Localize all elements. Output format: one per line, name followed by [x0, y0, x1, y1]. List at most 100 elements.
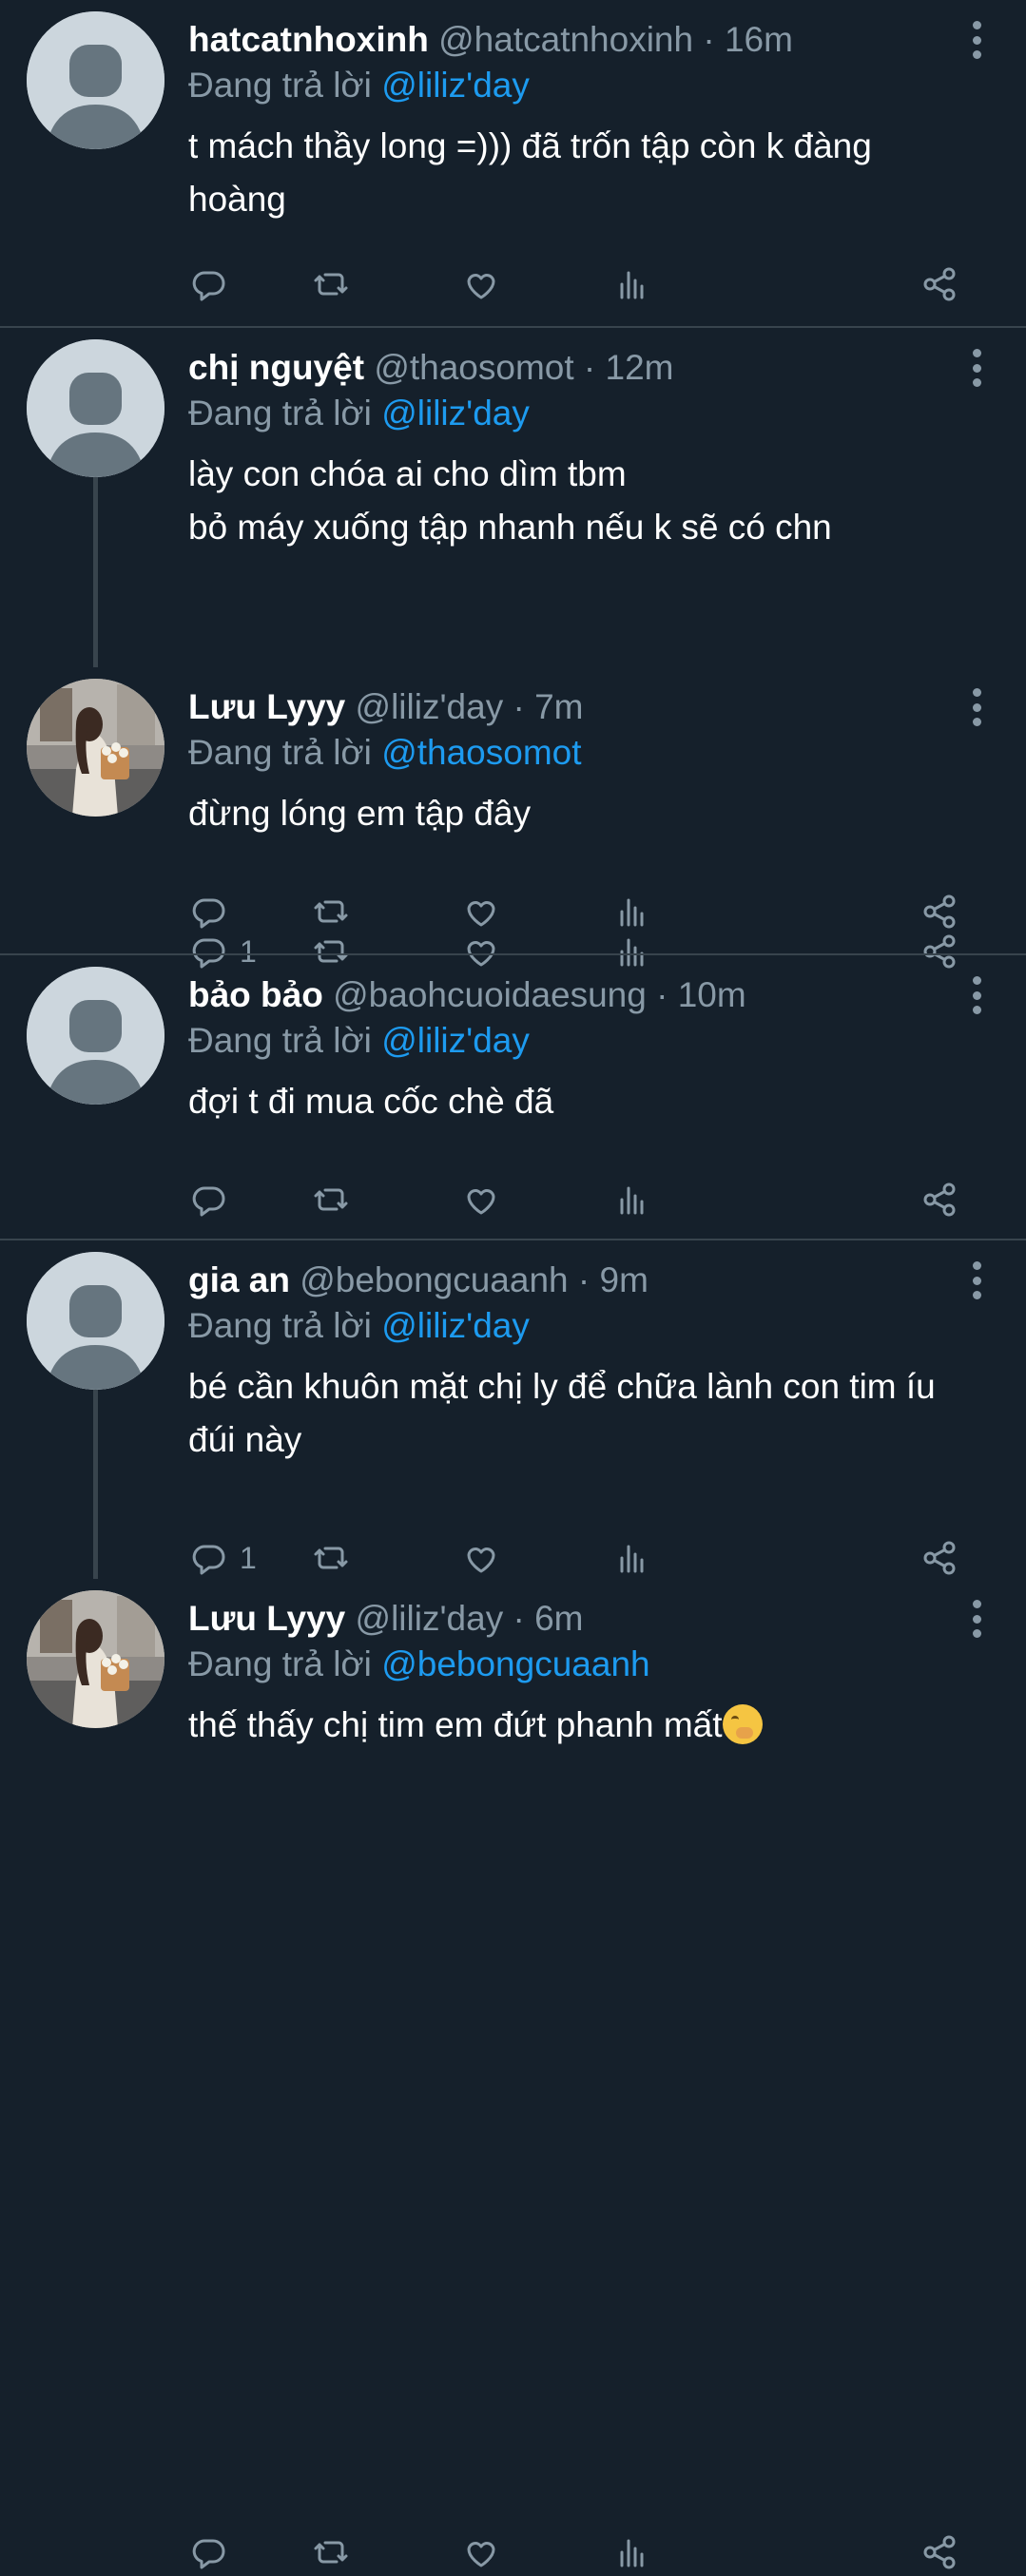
thread-line [93, 477, 98, 667]
retweet-button[interactable] [310, 888, 352, 935]
default-avatar[interactable] [27, 339, 165, 477]
display-name[interactable]: Lưu Lyyy [188, 687, 345, 726]
handle-and-time: @baohcuoidaesung · 10m [333, 975, 746, 1014]
retweet-button[interactable] [310, 2528, 352, 2576]
handle-and-time: @bebongcuaanh · 9m [300, 1260, 649, 1299]
more-options-icon[interactable] [965, 688, 988, 726]
share-icon [923, 2535, 956, 2569]
tweet[interactable]: gia an @bebongcuaanh · 9m Đang trả lời @l… [0, 1240, 1026, 1579]
share-button[interactable] [919, 1534, 960, 1582]
tweet-text-content: đừng lóng em tập đây [188, 794, 532, 833]
like-icon [467, 901, 495, 927]
display-name[interactable]: chị nguyệt [188, 348, 364, 387]
share-button[interactable] [919, 2528, 960, 2576]
handle-and-time: @hatcatnhoxinh · 16m [438, 20, 793, 59]
views-button[interactable] [610, 1534, 652, 1582]
replying-to-label: Đang trả lời [188, 733, 372, 772]
replying-to-label: Đang trả lời [188, 1021, 372, 1060]
share-button[interactable] [919, 888, 960, 935]
retweet-button[interactable] [310, 260, 352, 308]
retweet-button[interactable] [310, 1176, 352, 1223]
reply-button[interactable] [188, 888, 240, 935]
thread-line [93, 1390, 98, 1579]
retweet-button[interactable] [310, 1534, 352, 1582]
more-options-icon[interactable] [965, 21, 988, 59]
more-options-icon[interactable] [965, 976, 988, 1014]
tweet[interactable]: bảo bảo @baohcuoidaesung · 10m Đang trả l… [0, 955, 1026, 1240]
retweet-icon [314, 1188, 348, 1211]
views-button[interactable] [610, 2528, 652, 2576]
reply-count: 1 [240, 1540, 257, 1575]
tweet-text: đừng lóng em tập đây [188, 787, 959, 840]
tweet-header: bảo bảo @baohcuoidaesung · 10m [188, 972, 959, 1018]
default-avatar[interactable] [27, 11, 165, 149]
default-avatar[interactable] [27, 967, 165, 1105]
share-icon [923, 267, 956, 301]
like-icon [467, 1548, 495, 1573]
like-icon [467, 1189, 495, 1215]
default-avatar[interactable] [27, 1252, 165, 1390]
tweet[interactable]: chị nguyệt @thaosomot · 12m Đang trả lời … [0, 328, 1026, 969]
tweet[interactable]: hatcatnhoxinh @hatcatnhoxinh · 16m Đang t… [0, 0, 1026, 328]
tweet-content: Lưu Lyyy @liliz'day · 7m Đang trả lời @th… [188, 684, 959, 840]
replying-to-handle[interactable]: @liliz'day [381, 66, 530, 105]
reply-icon [192, 1186, 225, 1217]
display-name[interactable]: gia an [188, 1260, 290, 1299]
like-button[interactable] [460, 1176, 502, 1223]
handle-and-time: @liliz'day · 6m [355, 1599, 584, 1638]
display-name[interactable]: hatcatnhoxinh [188, 20, 429, 59]
more-options-icon[interactable] [965, 1600, 988, 1638]
replying-to: Đang trả lời @bebongcuaanh [188, 1642, 959, 1687]
reply-icon [192, 2539, 225, 2569]
more-options-icon[interactable] [965, 349, 988, 387]
replying-to: Đang trả lời @liliz'day [188, 1303, 959, 1349]
tweet-text: t mách thầy long =))) đã trốn tập còn k … [188, 120, 959, 226]
replying-to-label: Đang trả lời [188, 66, 372, 105]
action-bar: 1 [188, 1534, 968, 1582]
like-button[interactable] [460, 260, 502, 308]
reply-feed: hatcatnhoxinh @hatcatnhoxinh · 16m Đang t… [0, 0, 1026, 2569]
reply-button[interactable] [188, 1176, 240, 1223]
display-name[interactable]: bảo bảo [188, 975, 323, 1014]
reply-button[interactable] [188, 2528, 240, 2576]
like-icon [467, 2542, 495, 2567]
share-button[interactable] [919, 1176, 960, 1223]
photo-avatar[interactable] [27, 1590, 165, 1728]
like-button[interactable] [460, 888, 502, 935]
like-button[interactable] [460, 2528, 502, 2576]
like-button[interactable] [460, 1534, 502, 1582]
tweet-text-content: bé cần khuôn mặt chị ly để chữa lành con… [188, 1367, 936, 1459]
share-button[interactable] [919, 260, 960, 308]
display-name[interactable]: Lưu Lyyy [188, 1599, 345, 1638]
like-icon [467, 274, 495, 299]
reply-button[interactable]: 1 [188, 1534, 257, 1582]
tweet[interactable]: Lưu Lyyy @liliz'day · 7m Đang trả lời @th… [0, 667, 1026, 955]
tweet-header: gia an @bebongcuaanh · 9m [188, 1258, 959, 1303]
views-button[interactable] [610, 1176, 652, 1223]
reply-button[interactable] [188, 260, 240, 308]
replying-to-handle[interactable]: @bebongcuaanh [381, 1644, 649, 1683]
views-button[interactable] [610, 260, 652, 308]
replying-to-handle[interactable]: @liliz'day [381, 394, 530, 433]
retweet-icon [314, 273, 348, 296]
views-icon [620, 271, 644, 299]
more-options-icon[interactable] [965, 1261, 988, 1299]
tweet-content: Lưu Lyyy @liliz'day · 6m Đang trả lời @be… [188, 1596, 959, 1752]
tweet-text-content: lày con chóa ai cho dìm tbm bỏ máy xuống… [188, 454, 832, 547]
replying-to-handle[interactable]: @liliz'day [381, 1306, 530, 1345]
views-button[interactable] [610, 888, 652, 935]
action-bar [188, 2528, 968, 2576]
tweet-text-content: t mách thầy long =))) đã trốn tập còn k … [188, 126, 872, 219]
replying-to: Đang trả lời @liliz'day [188, 63, 959, 108]
replying-to-handle[interactable]: @liliz'day [381, 1021, 530, 1060]
action-bar [188, 888, 968, 935]
views-icon [620, 1545, 644, 1573]
share-icon [923, 1541, 956, 1575]
photo-avatar[interactable] [27, 679, 165, 817]
retweet-icon [314, 900, 348, 923]
replying-to-handle[interactable]: @thaosomot [381, 733, 581, 772]
tweet[interactable]: Lưu Lyyy @liliz'day · 6m Đang trả lời @be… [0, 1579, 1026, 2569]
tweet-text: thế thấy chị tim em đứt phanh mất [188, 1699, 959, 1752]
tweet-content: gia an @bebongcuaanh · 9m Đang trả lời @l… [188, 1258, 959, 1467]
replying-to-label: Đang trả lời [188, 1306, 372, 1345]
